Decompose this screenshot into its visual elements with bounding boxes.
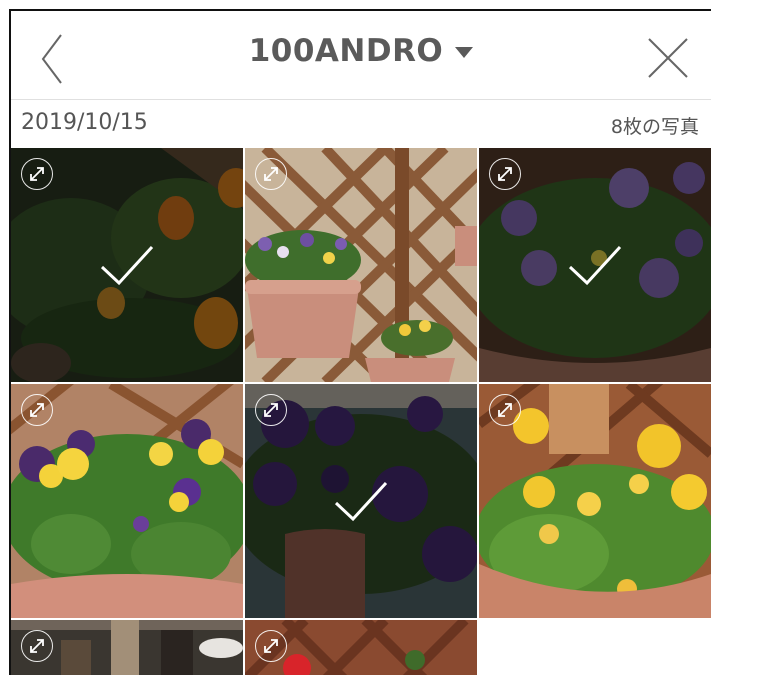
expand-button[interactable] — [21, 630, 53, 662]
close-button[interactable] — [645, 35, 691, 81]
date-section-header: 2019/10/15 8枚の写真 — [11, 100, 711, 148]
checkmark-icon — [334, 481, 388, 522]
expand-button[interactable] — [255, 630, 287, 662]
section-date: 2019/10/15 — [21, 110, 148, 135]
expand-button[interactable] — [255, 394, 287, 426]
folder-title: 100ANDRO — [248, 33, 444, 69]
checkmark-icon — [100, 245, 154, 286]
photo-tile[interactable] — [11, 384, 243, 618]
photo-tile[interactable] — [479, 384, 711, 618]
photo-tile[interactable] — [245, 384, 477, 618]
title-area: 100ANDRO — [11, 33, 711, 69]
expand-icon — [30, 403, 44, 417]
expand-button[interactable] — [21, 158, 53, 190]
expand-icon — [498, 167, 512, 181]
photo-count: 8枚の写真 — [610, 116, 699, 138]
expand-button[interactable] — [255, 158, 287, 190]
expand-icon — [498, 403, 512, 417]
expand-button[interactable] — [489, 158, 521, 190]
expand-icon — [30, 639, 44, 653]
expand-icon — [264, 639, 278, 653]
photo-tile[interactable] — [245, 620, 477, 675]
photo-tile[interactable] — [11, 620, 243, 675]
expand-icon — [30, 167, 44, 181]
header-bar: 100ANDRO — [11, 11, 711, 99]
close-icon — [648, 38, 688, 78]
photo-tile[interactable] — [479, 148, 711, 382]
folder-selector[interactable]: 100ANDRO — [249, 33, 474, 69]
photo-picker-window: 100ANDRO 2019/10/15 8枚の写真 — [9, 9, 711, 675]
photo-tile[interactable] — [11, 148, 243, 382]
expand-icon — [264, 403, 278, 417]
expand-button[interactable] — [489, 394, 521, 426]
expand-button[interactable] — [21, 394, 53, 426]
caret-down-icon — [455, 46, 474, 58]
photo-tile[interactable] — [245, 148, 477, 382]
checkmark-icon — [568, 245, 622, 286]
expand-icon — [264, 167, 278, 181]
